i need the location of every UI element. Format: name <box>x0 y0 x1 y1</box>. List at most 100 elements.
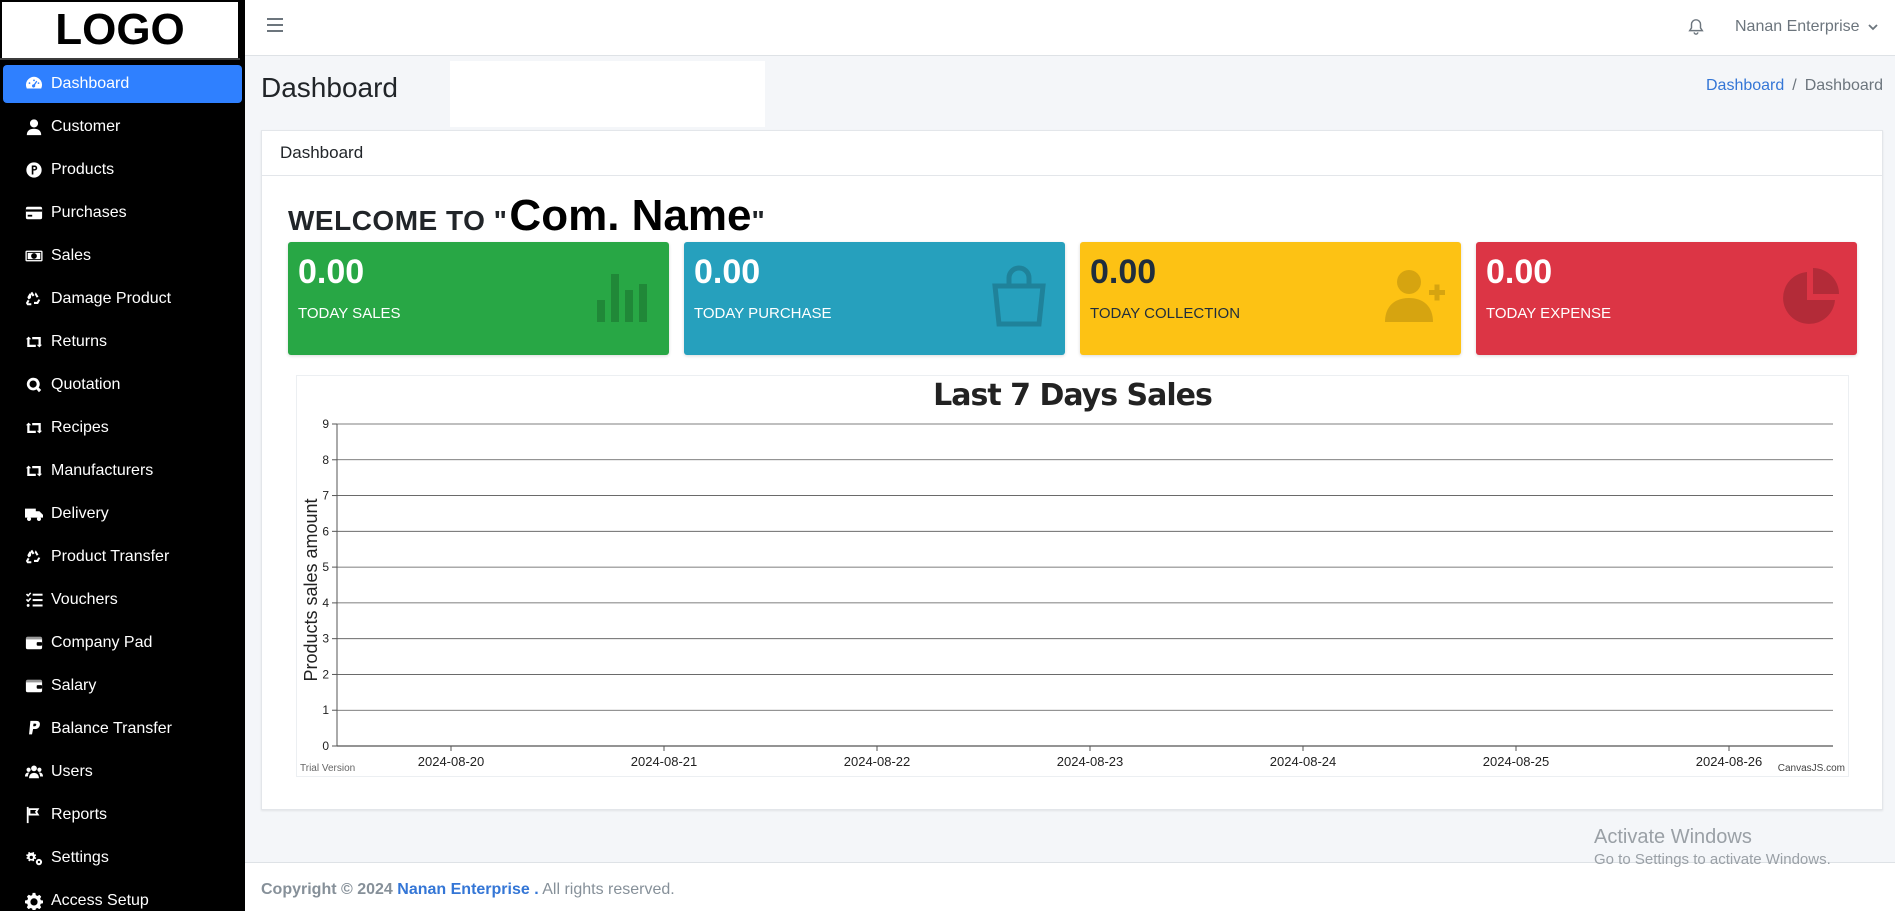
sidebar-item-label: Access Setup <box>51 892 149 909</box>
chart-y-tick-label: 9 <box>322 417 329 431</box>
top-navbar: Nanan Enterprise <box>245 0 1895 56</box>
recycle-icon <box>23 290 45 308</box>
footer-rights: All rights reserved. <box>542 881 675 898</box>
chart-y-tick-label: 8 <box>322 453 329 467</box>
retweet-icon <box>23 419 45 437</box>
sidebar-item-recipes[interactable]: Recipes <box>3 409 242 447</box>
pie-chart-icon <box>1783 268 1839 324</box>
sidebar-item-returns[interactable]: Returns <box>3 323 242 361</box>
summary-boxes: 0.00 TODAY SALES 0.00 TODAY PURCHASE 0.0… <box>288 242 1857 355</box>
breadcrumb-link-dashboard[interactable]: Dashboard <box>1706 77 1784 95</box>
sidebar-item-label: Product Transfer <box>51 548 170 565</box>
chart-title: Last 7 Days Sales <box>933 378 1213 413</box>
company-name: Com. Name <box>509 191 752 240</box>
sidebar-item-dashboard[interactable]: Dashboard <box>3 65 242 103</box>
sidebar-item-vouchers[interactable]: Vouchers <box>3 581 242 619</box>
sidebar-item-label: Manufacturers <box>51 462 154 479</box>
sidebar-item-label: Damage Product <box>51 290 172 307</box>
today-collection-box[interactable]: 0.00 TODAY COLLECTION <box>1080 242 1461 355</box>
card-header: Dashboard <box>262 131 1882 176</box>
chart-x-tick-label: 2024-08-22 <box>844 754 911 769</box>
sidebar-item-damage-product[interactable]: Damage Product <box>3 280 242 318</box>
watermark-title: Activate Windows <box>1594 826 1752 848</box>
sidebar-item-reports[interactable]: Reports <box>3 796 242 834</box>
sidebar-item-sales[interactable]: Sales <box>3 237 242 275</box>
bar-chart-icon <box>597 274 647 322</box>
user-menu[interactable]: Nanan Enterprise <box>1735 18 1878 36</box>
footer: Copyright © 2024 Nanan Enterprise . All … <box>245 862 1895 911</box>
sidebar-item-label: Vouchers <box>51 591 118 608</box>
sidebar-item-purchases[interactable]: Purchases <box>3 194 242 232</box>
breadcrumb: Dashboard / Dashboard <box>1706 77 1883 95</box>
breadcrumb-separator: / <box>1792 77 1797 94</box>
breadcrumb-current: Dashboard <box>1804 77 1883 94</box>
sidebar-item-label: Customer <box>51 118 121 135</box>
logo[interactable]: LOGO <box>2 2 238 58</box>
today-sales-box[interactable]: 0.00 TODAY SALES <box>288 242 669 355</box>
sidebar-item-label: Delivery <box>51 505 109 522</box>
sidebar-item-label: Recipes <box>51 419 109 436</box>
chart-y-tick-label: 4 <box>322 596 329 610</box>
sidebar-item-customer[interactable]: Customer <box>3 108 242 146</box>
shopping-bag-icon <box>992 265 1046 327</box>
gears-icon <box>23 849 45 867</box>
chart-x-tick-label: 2024-08-24 <box>1270 754 1337 769</box>
chart-x-tick-label: 2024-08-26 <box>1696 754 1763 769</box>
today-expense-box[interactable]: 0.00 TODAY EXPENSE <box>1476 242 1857 355</box>
sidebar-item-label: Purchases <box>51 204 127 221</box>
retweet-icon <box>23 333 45 351</box>
bell-icon[interactable] <box>1687 18 1705 36</box>
chart-trial-text: Trial Version <box>300 763 356 774</box>
welcome-suffix: " <box>751 205 765 236</box>
chart-y-tick-label: 7 <box>322 489 329 503</box>
chart-y-tick-label: 1 <box>322 703 329 717</box>
chart-y-tick-label: 3 <box>322 632 329 646</box>
flag-icon <box>23 806 45 824</box>
chart-y-tick-label: 5 <box>322 560 329 574</box>
windows-activation-watermark: Activate Windows Go to Settings to activ… <box>1594 826 1831 868</box>
sidebar-item-delivery[interactable]: Delivery <box>3 495 242 533</box>
sidebar-item-settings[interactable]: Settings <box>3 839 242 877</box>
sales-chart: 0 1 2 3 4 5 6 7 8 9 2024-08-20 2024-08-21 2024-08-22… <box>296 375 1849 777</box>
sidebar-item-label: Settings <box>51 849 109 866</box>
sidebar-nav: Dashboard Customer Products Purchases Sa… <box>0 60 245 911</box>
sidebar-item-company-pad[interactable]: Company Pad <box>3 624 242 662</box>
chart-credit-link[interactable]: CanvasJS.com <box>1778 763 1845 774</box>
sidebar-item-quotation[interactable]: Quotation <box>3 366 242 404</box>
money-bill-icon <box>23 247 45 265</box>
sidebar-item-access-setup[interactable]: Access Setup <box>3 882 242 911</box>
today-purchase-box[interactable]: 0.00 TODAY PURCHASE <box>684 242 1065 355</box>
wallet-icon <box>23 677 45 695</box>
blank-panel <box>450 61 765 127</box>
sidebar-item-label: Salary <box>51 677 97 694</box>
sidebar-item-balance-transfer[interactable]: Balance Transfer <box>3 710 242 748</box>
sidebar-item-salary[interactable]: Salary <box>3 667 242 705</box>
users-icon <box>23 763 45 781</box>
watermark-subtitle: Go to Settings to activate Windows. <box>1594 851 1831 868</box>
footer-company-link[interactable]: Nanan Enterprise . <box>397 881 538 898</box>
sidebar-item-users[interactable]: Users <box>3 753 242 791</box>
sidebar-item-product-transfer[interactable]: Product Transfer <box>3 538 242 576</box>
sidebar-item-label: Products <box>51 161 115 178</box>
sidebar-item-label: Sales <box>51 247 92 264</box>
sidebar-item-products[interactable]: Products <box>3 151 242 189</box>
wallet-icon <box>23 634 45 652</box>
chart-x-tick-label: 2024-08-23 <box>1057 754 1124 769</box>
hamburger-menu-icon[interactable] <box>267 18 283 32</box>
sidebar-item-manufacturers[interactable]: Manufacturers <box>3 452 242 490</box>
sidebar-item-label: Quotation <box>51 376 121 393</box>
chart-y-tick-label: 2 <box>322 667 329 681</box>
retweet-icon <box>23 462 45 480</box>
gauge-icon <box>23 75 45 93</box>
sidebar-item-label: Reports <box>51 806 108 823</box>
paypal-icon <box>23 720 45 738</box>
gear-icon <box>23 892 45 910</box>
sidebar-item-label: Returns <box>51 333 108 350</box>
chart-y-tick-label: 0 <box>322 739 329 753</box>
truck-icon <box>23 505 45 523</box>
sidebar-item-label: Company Pad <box>51 634 153 651</box>
footer-copyright: Copyright © 2024 <box>261 881 393 898</box>
page-title: Dashboard <box>261 72 398 103</box>
credit-card-icon <box>23 204 45 222</box>
sidebar-item-label: Users <box>51 763 93 780</box>
